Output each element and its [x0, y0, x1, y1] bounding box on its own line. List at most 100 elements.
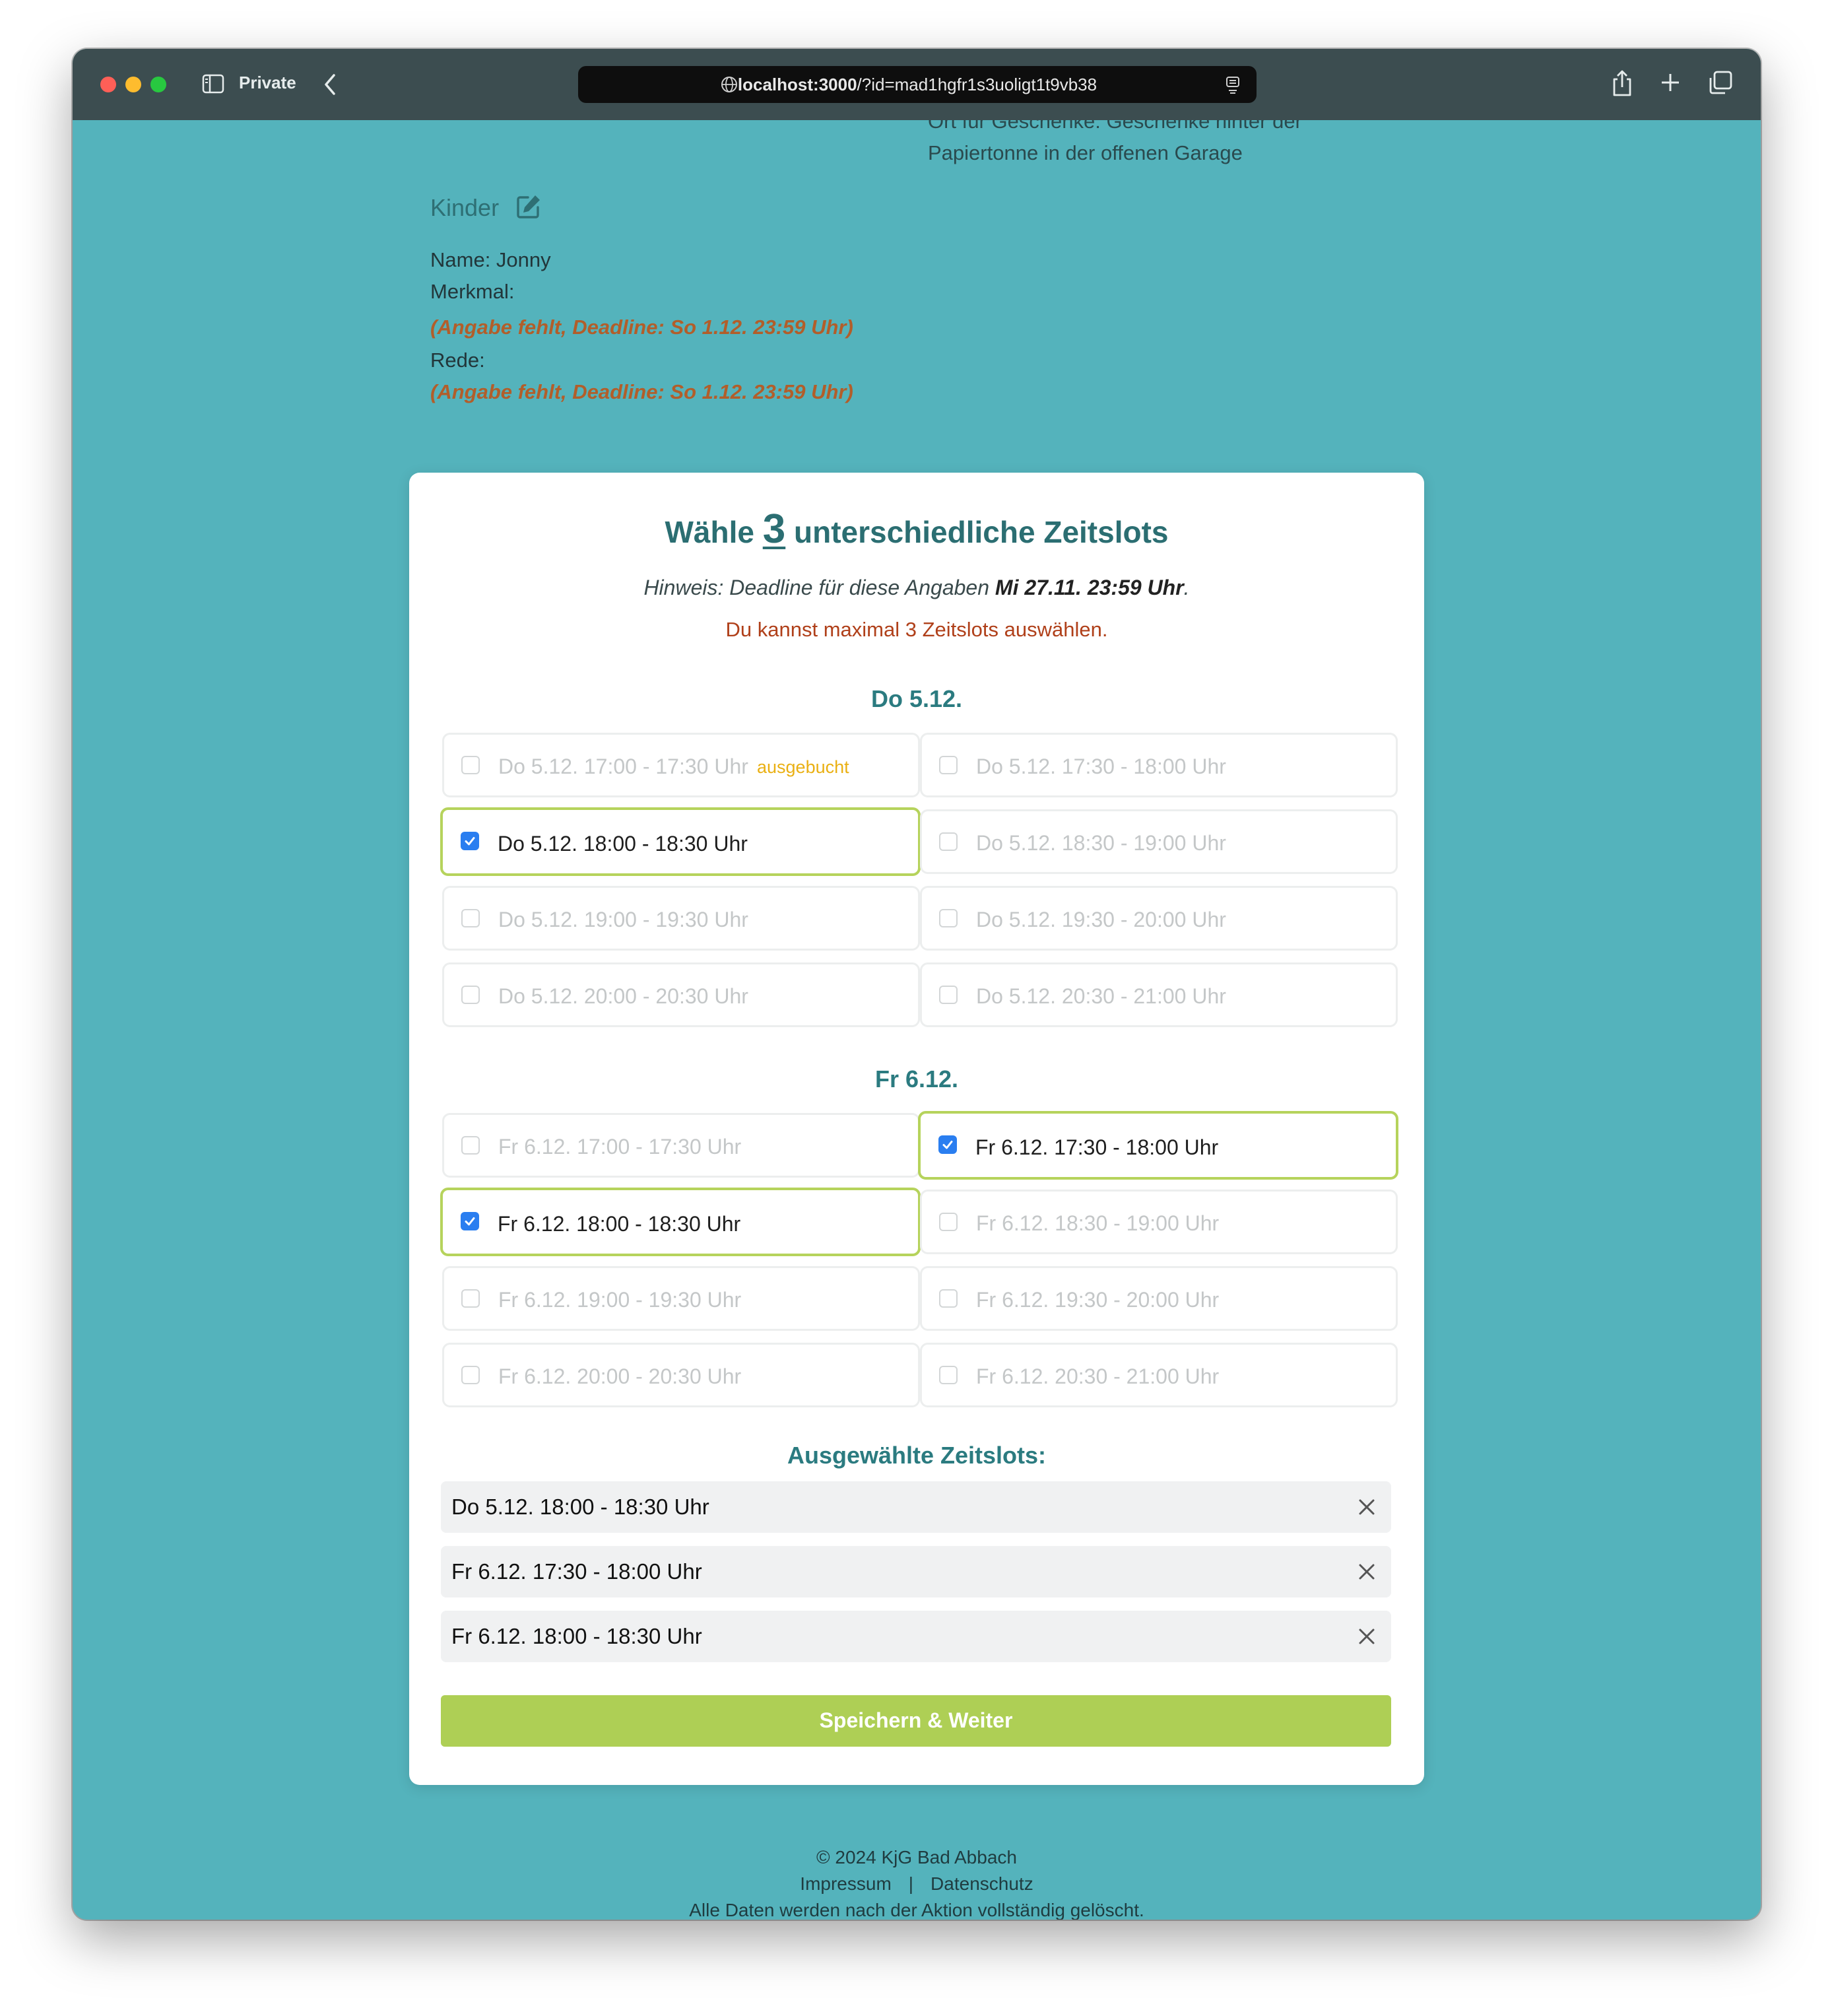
timeslot-option[interactable]: Fr 6.12. 17:00 - 17:30 Uhr	[442, 1113, 920, 1178]
save-continue-button[interactable]: Speichern & Weiter	[441, 1695, 1391, 1747]
timeslot-label: Do 5.12. 20:30 - 21:00 Uhr	[976, 984, 1226, 1008]
address-bar[interactable]: localhost:3000/?id=mad1hgfr1s3uoligt1t9v…	[578, 66, 1257, 103]
timeslot-label: Do 5.12. 19:00 - 19:30 Uhr	[498, 908, 748, 931]
timeslot-label: Fr 6.12. 19:00 - 19:30 Uhr	[498, 1288, 742, 1312]
title-slot-count: 3	[762, 506, 786, 552]
timeslot-label: Do 5.12. 17:30 - 18:00 Uhr	[976, 755, 1226, 778]
checkbox[interactable]	[461, 1136, 480, 1155]
timeslot-label: Fr 6.12. 20:00 - 20:30 Uhr	[498, 1364, 742, 1388]
timeslot-label: Do 5.12. 18:00 - 18:30 Uhr	[498, 832, 748, 856]
timeslot-option[interactable]: Do 5.12. 18:00 - 18:30 Uhr	[440, 807, 921, 876]
selected-slot-label: Fr 6.12. 17:30 - 18:00 Uhr	[451, 1559, 702, 1584]
booked-badge: ausgebucht	[757, 757, 849, 777]
remove-icon[interactable]	[1356, 1625, 1378, 1648]
checkbox[interactable]	[939, 756, 958, 774]
timeslot-option[interactable]: Do 5.12. 17:00 - 17:30 Uhr ausgebucht	[442, 733, 920, 797]
timeslot-option[interactable]: Do 5.12. 18:30 - 19:00 Uhr	[920, 809, 1398, 874]
checkbox-checked[interactable]	[461, 1212, 479, 1230]
timeslot-label: Do 5.12. 18:30 - 19:00 Uhr	[976, 831, 1226, 855]
selected-slots-heading: Ausgewählte Zeitslots:	[787, 1442, 1047, 1469]
selected-slot-item: Do 5.12. 18:00 - 18:30 Uhr	[441, 1481, 1391, 1533]
zoom-window-button[interactable]	[150, 77, 166, 92]
selected-slot-item: Fr 6.12. 17:30 - 18:00 Uhr	[441, 1546, 1391, 1597]
checkbox[interactable]	[461, 909, 480, 927]
impressum-link[interactable]: Impressum	[800, 1873, 891, 1894]
minimize-window-button[interactable]	[125, 77, 141, 92]
timeslot-option[interactable]: Fr 6.12. 18:00 - 18:30 Uhr	[440, 1188, 921, 1256]
max-slots-warning: Du kannst maximal 3 Zeitslots auswählen.	[725, 618, 1108, 641]
timeslot-label: Fr 6.12. 18:30 - 19:00 Uhr	[976, 1211, 1220, 1235]
url-host: localhost:3000	[737, 75, 857, 94]
checkbox[interactable]	[939, 1366, 958, 1384]
checkbox-checked[interactable]	[938, 1135, 957, 1154]
edit-icon[interactable]	[515, 193, 542, 220]
timeslot-label: Do 5.12. 20:00 - 20:30 Uhr	[498, 984, 748, 1008]
selected-slot-item: Fr 6.12. 18:00 - 18:30 Uhr	[441, 1611, 1391, 1662]
footer-note: Alle Daten werden nach der Aktion vollst…	[689, 1900, 1144, 1920]
hint-deadline: Mi 27.11. 23:59 Uhr	[995, 576, 1184, 599]
title-prefix: Wähle	[665, 515, 754, 549]
timeslot-label: Fr 6.12. 17:30 - 18:00 Uhr	[975, 1135, 1219, 1159]
checkbox[interactable]	[939, 1289, 958, 1308]
card-title: Wähle 3 unterschiedliche Zeitslots	[409, 506, 1424, 553]
selected-slot-label: Do 5.12. 18:00 - 18:30 Uhr	[451, 1495, 709, 1519]
hint-end: .	[1183, 576, 1190, 599]
timeslot-label: Fr 6.12. 19:30 - 20:00 Uhr	[976, 1288, 1220, 1312]
reader-mode-icon[interactable]	[1225, 76, 1241, 94]
share-icon[interactable]	[1610, 69, 1634, 98]
gift-location-text: Ort für Geschenke: Geschenke hinter der …	[928, 120, 1403, 169]
title-suffix: unterschiedliche Zeitslots	[794, 515, 1169, 549]
remove-icon[interactable]	[1356, 1496, 1378, 1518]
close-window-button[interactable]	[100, 77, 116, 92]
checkbox[interactable]	[461, 1289, 480, 1308]
url-text: localhost:3000/?id=mad1hgfr1s3uoligt1t9v…	[578, 75, 1257, 95]
timeslot-option[interactable]: Fr 6.12. 19:30 - 20:00 Uhr	[920, 1266, 1398, 1331]
kinder-heading: Kinder	[430, 194, 500, 221]
merkmal-missing-note: (Angabe fehlt, Deadline: So 1.12. 23:59 …	[430, 316, 853, 339]
timeslot-option[interactable]: Do 5.12. 19:30 - 20:00 Uhr	[920, 886, 1398, 951]
back-arrow-icon[interactable]	[321, 71, 341, 98]
timeslot-option[interactable]: Fr 6.12. 20:00 - 20:30 Uhr	[442, 1343, 920, 1407]
timeslot-option[interactable]: Fr 6.12. 18:30 - 19:00 Uhr	[920, 1190, 1398, 1254]
timeslot-option[interactable]: Fr 6.12. 20:30 - 21:00 Uhr	[920, 1343, 1398, 1407]
browser-window: Private localhost:3000/?id=mad1hgfr1s3uo…	[73, 49, 1761, 1920]
deadline-hint: Hinweis: Deadline für diese Angaben Mi 2…	[409, 576, 1424, 600]
sidebar-icon[interactable]	[202, 74, 224, 94]
remove-icon[interactable]	[1356, 1561, 1378, 1583]
checkbox[interactable]	[939, 1213, 958, 1231]
page-content: Ort für Geschenke: Geschenke hinter der …	[73, 120, 1761, 1920]
timeslot-option[interactable]: Do 5.12. 17:30 - 18:00 Uhr	[920, 733, 1398, 797]
datenschutz-link[interactable]: Datenschutz	[931, 1873, 1033, 1894]
timeslot-label: Fr 6.12. 18:00 - 18:30 Uhr	[498, 1212, 741, 1236]
timeslot-option[interactable]: Fr 6.12. 17:30 - 18:00 Uhr	[918, 1111, 1398, 1180]
timeslot-option[interactable]: Do 5.12. 20:00 - 20:30 Uhr	[442, 962, 920, 1027]
footer-links: Impressum | Datenschutz	[73, 1873, 1761, 1895]
checkbox[interactable]	[461, 1366, 480, 1384]
checkbox[interactable]	[939, 832, 958, 851]
timeslot-label: Do 5.12. 19:30 - 20:00 Uhr	[976, 908, 1226, 931]
day-heading-fr: Fr 6.12.	[874, 1065, 959, 1092]
timeslot-option[interactable]: Do 5.12. 19:00 - 19:30 Uhr	[442, 886, 920, 951]
new-tab-icon[interactable]	[1659, 71, 1682, 94]
timeslot-card: Wähle 3 unterschiedliche Zeitslots Hinwe…	[409, 473, 1424, 1785]
browser-toolbar: Private localhost:3000/?id=mad1hgfr1s3uo…	[73, 49, 1761, 120]
timeslot-option[interactable]: Do 5.12. 20:30 - 21:00 Uhr	[920, 962, 1398, 1027]
child-name: Name: Jonny	[430, 248, 551, 271]
merkmal-label: Merkmal:	[430, 280, 515, 303]
footer-copyright: © 2024 KjG Bad Abbach	[816, 1847, 1017, 1867]
checkbox-checked[interactable]	[461, 832, 479, 850]
rede-label: Rede:	[430, 349, 485, 372]
timeslot-label: Do 5.12. 17:00 - 17:30 Uhr	[498, 755, 748, 778]
day-heading-do: Do 5.12.	[870, 685, 963, 712]
checkbox[interactable]	[939, 909, 958, 927]
gift-location-line-2: Papiertonne in der offenen Garage	[928, 141, 1243, 164]
checkbox[interactable]	[461, 756, 480, 774]
timeslot-label: Fr 6.12. 20:30 - 21:00 Uhr	[976, 1364, 1220, 1388]
checkbox[interactable]	[939, 986, 958, 1004]
private-mode-label: Private	[239, 73, 296, 92]
timeslot-label: Fr 6.12. 17:00 - 17:30 Uhr	[498, 1135, 742, 1159]
timeslot-option[interactable]: Fr 6.12. 19:00 - 19:30 Uhr	[442, 1266, 920, 1331]
checkbox[interactable]	[461, 986, 480, 1004]
save-continue-label: Speichern & Weiter	[819, 1708, 1013, 1732]
tab-overview-icon[interactable]	[1708, 70, 1733, 95]
